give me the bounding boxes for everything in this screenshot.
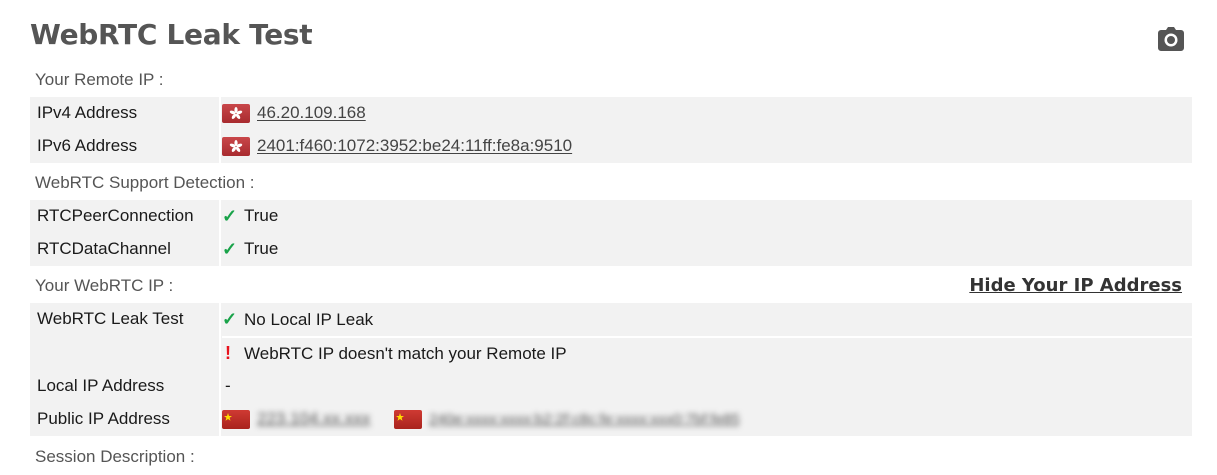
peer-connection-label: RTCPeerConnection	[30, 200, 221, 232]
ipv6-row: IPv6 Address 2401:f460:1072:3952:be24:11…	[30, 129, 1192, 163]
leak-test-row: WebRTC Leak Test ✓ No Local IP Leak ! We…	[30, 303, 1192, 371]
camera-icon[interactable]	[1158, 27, 1184, 51]
china-flag-icon	[222, 409, 250, 429]
hong-kong-flag-icon	[222, 103, 250, 123]
public-ipv4-link[interactable]: 223.104.xx.xxx	[257, 409, 382, 429]
check-icon: ✓	[222, 309, 238, 329]
data-channel-value: True	[244, 239, 279, 258]
peer-connection-row: RTCPeerConnection ✓ True	[30, 200, 1192, 234]
ipv4-row: IPv4 Address 46.20.109.168	[30, 97, 1192, 131]
ipv6-label: IPv6 Address	[30, 129, 221, 163]
public-ipv6-link[interactable]: 240e:xxxx:xxxx:b2:2f:c8c:fe:xxxx:xxx0:7b…	[429, 411, 739, 428]
page-title: WebRTC Leak Test	[30, 18, 313, 51]
check-icon: ✓	[222, 205, 238, 226]
hong-kong-flag-icon	[222, 136, 250, 156]
ipv4-link[interactable]: 46.20.109.168	[257, 103, 366, 123]
public-ip-label: Public IP Address	[30, 402, 221, 436]
leak-result-mismatch: ! WebRTC IP doesn't match your Remote IP	[222, 338, 567, 369]
data-channel-label: RTCDataChannel	[30, 232, 221, 266]
session-heading: Session Description :	[35, 447, 195, 466]
china-flag-icon	[394, 409, 422, 429]
leak-result-no-local: ✓ No Local IP Leak	[222, 303, 1192, 338]
hide-ip-link[interactable]: Hide Your IP Address	[969, 275, 1182, 296]
local-ip-row: Local IP Address -	[30, 369, 1192, 404]
data-channel-row: RTCDataChannel ✓ True	[30, 232, 1192, 266]
leak-result-text: No Local IP Leak	[244, 309, 374, 329]
remote-ip-heading: Your Remote IP :	[35, 70, 164, 89]
leak-result-text: WebRTC IP doesn't match your Remote IP	[244, 343, 567, 363]
local-ip-value: -	[225, 375, 231, 395]
webrtc-ip-heading: Your WebRTC IP :	[35, 276, 174, 295]
peer-connection-value: True	[244, 206, 279, 225]
ipv4-label: IPv4 Address	[30, 97, 221, 129]
ipv6-link[interactable]: 2401:f460:1072:3952:be24:11ff:fe8a:9510	[257, 136, 572, 156]
warning-icon: !	[225, 343, 231, 363]
leak-test-label: WebRTC Leak Test	[30, 303, 221, 369]
local-ip-label: Local IP Address	[30, 369, 221, 402]
check-icon: ✓	[222, 238, 238, 259]
support-heading: WebRTC Support Detection :	[35, 173, 255, 192]
public-ip-row: Public IP Address 223.104.xx.xxx 240e:xx…	[30, 402, 1192, 436]
